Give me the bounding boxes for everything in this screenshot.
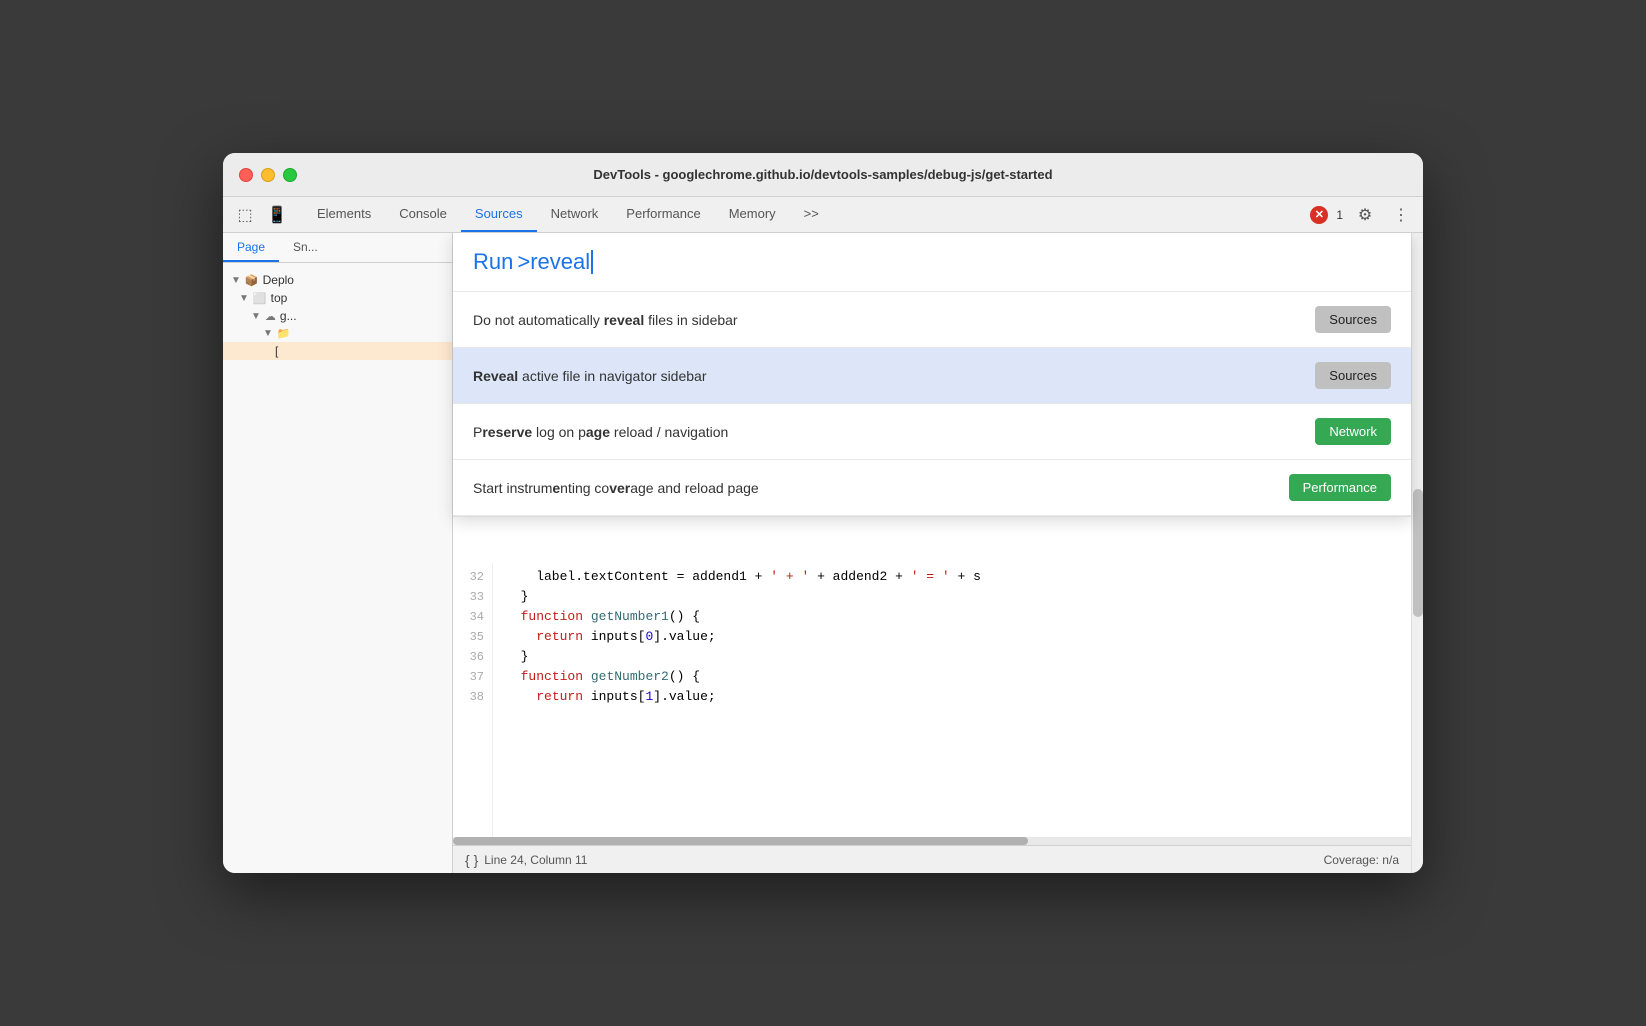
sidebar-tab-page[interactable]: Page — [223, 233, 279, 262]
line-num-36: 36 — [461, 647, 484, 667]
code-line-38: return inputs[1].value; — [505, 687, 1399, 707]
code-lines: label.textContent = addend1 + ' + ' + ad… — [493, 563, 1411, 837]
command-input-row: Run > reveal — [453, 233, 1411, 292]
line-num-38: 38 — [461, 687, 484, 707]
minimize-button[interactable] — [261, 168, 275, 182]
tab-sources[interactable]: Sources — [461, 197, 537, 232]
error-count: 1 — [1336, 208, 1343, 222]
line-num-34: 34 — [461, 607, 484, 627]
tab-elements[interactable]: Elements — [303, 197, 385, 232]
folder-icon: 📁 — [277, 327, 291, 340]
device-toolbar-icon[interactable]: 📱 — [263, 201, 291, 229]
result-badge-sources-1[interactable]: Sources — [1315, 306, 1391, 333]
result-badge-performance[interactable]: Performance — [1289, 474, 1391, 501]
result-text-3: Preserve log on page reload / navigation — [473, 424, 1315, 440]
window-title: DevTools - googlechrome.github.io/devtoo… — [593, 167, 1052, 182]
maximize-button[interactable] — [283, 168, 297, 182]
arrow-icon: ▼ — [251, 311, 261, 322]
settings-icon[interactable]: ⚙ — [1351, 201, 1379, 229]
cursor-position: Line 24, Column 11 — [484, 853, 587, 867]
command-result-4[interactable]: Start instrumenting coverage and reload … — [453, 460, 1411, 516]
command-result-2[interactable]: Reveal active file in navigator sidebar … — [453, 348, 1411, 404]
scrollbar-thumb — [453, 837, 1028, 845]
tree-item-label: [ — [275, 344, 278, 358]
deploy-icon: 📦 — [245, 274, 259, 287]
code-area: Run > reveal Do not automatically reveal… — [453, 233, 1411, 873]
bold-text: reveal — [604, 312, 644, 328]
tree-item-file[interactable]: [ — [223, 342, 452, 360]
arrow-icon: ▼ — [231, 275, 241, 286]
sidebar-tab-snippets[interactable]: Sn... — [279, 233, 332, 262]
bold-text: e — [552, 480, 560, 496]
result-text-2: Reveal active file in navigator sidebar — [473, 368, 1315, 384]
command-result-1[interactable]: Do not automatically reveal files in sid… — [453, 292, 1411, 348]
title-bar: DevTools - googlechrome.github.io/devtoo… — [223, 153, 1423, 197]
top-icon: ⬜ — [253, 292, 267, 305]
result-badge-network[interactable]: Network — [1315, 418, 1391, 445]
close-button[interactable] — [239, 168, 253, 182]
main-content: Page Sn... ▼ 📦 Deplo ▼ ⬜ top ▼ ☁ g... — [223, 233, 1423, 873]
line-num-37: 37 — [461, 667, 484, 687]
bold-text-2: ver — [609, 480, 630, 496]
inspect-icon[interactable]: ⬚ — [231, 201, 259, 229]
line-numbers: 32 33 34 35 36 37 38 — [453, 563, 493, 837]
traffic-lights — [239, 168, 297, 182]
tab-network[interactable]: Network — [537, 197, 613, 232]
tree-item-top[interactable]: ▼ ⬜ top — [223, 289, 452, 307]
code-line-35: return inputs[0].value; — [505, 627, 1399, 647]
tree-item-label: Deplo — [263, 273, 294, 287]
result-badge-sources-2[interactable]: Sources — [1315, 362, 1391, 389]
error-badge[interactable]: ✕ — [1310, 206, 1328, 224]
line-num-32: 32 — [461, 567, 484, 587]
cursor — [591, 250, 593, 274]
more-options-icon[interactable]: ⋮ — [1387, 201, 1415, 229]
command-run-label: Run — [473, 249, 513, 275]
tab-performance[interactable]: Performance — [612, 197, 714, 232]
tree-item-label: g... — [280, 309, 297, 323]
tree-item-g[interactable]: ▼ ☁ g... — [223, 307, 452, 325]
devtools-window: DevTools - googlechrome.github.io/devtoo… — [223, 153, 1423, 873]
arrow-icon: ▼ — [263, 328, 273, 339]
tree-item-folder[interactable]: ▼ 📁 — [223, 325, 452, 342]
tab-list: Elements Console Sources Network Perform… — [303, 197, 833, 232]
command-result-3[interactable]: Preserve log on page reload / navigation… — [453, 404, 1411, 460]
toolbar-right: ✕ 1 ⚙ ⋮ — [1310, 201, 1415, 229]
code-editor[interactable]: 32 33 34 35 36 37 38 label.textContent =… — [453, 563, 1411, 837]
braces-icon: { } — [465, 852, 478, 868]
command-prefix: > — [517, 249, 530, 275]
bold-text: Reveal — [473, 368, 518, 384]
code-line-36: } — [505, 647, 1399, 667]
bold-text: reserve — [482, 424, 532, 440]
code-line-33: } — [505, 587, 1399, 607]
cloud-icon: ☁ — [265, 310, 276, 323]
coverage-status: Coverage: n/a — [1324, 853, 1399, 867]
vertical-scrollbar[interactable] — [1411, 233, 1423, 873]
command-input-value[interactable]: reveal — [530, 249, 590, 275]
horizontal-scrollbar[interactable] — [453, 837, 1411, 845]
scrollbar-thumb-vertical — [1413, 489, 1423, 617]
tab-more[interactable]: >> — [790, 197, 833, 232]
sidebar-tabs: Page Sn... — [223, 233, 452, 263]
status-bar: { } Line 24, Column 11 Coverage: n/a — [453, 845, 1411, 873]
devtools-toolbar: ⬚ 📱 Elements Console Sources Network Per… — [223, 197, 1423, 233]
result-text-4: Start instrumenting coverage and reload … — [473, 480, 1289, 496]
tree-item-label: top — [271, 291, 288, 305]
bold-text-2: age — [586, 424, 610, 440]
command-palette: Run > reveal Do not automatically reveal… — [453, 233, 1411, 517]
line-num-35: 35 — [461, 627, 484, 647]
line-num-33: 33 — [461, 587, 484, 607]
result-text-1: Do not automatically reveal files in sid… — [473, 312, 1315, 328]
sidebar-tree: ▼ 📦 Deplo ▼ ⬜ top ▼ ☁ g... ▼ 📁 — [223, 263, 452, 873]
arrow-icon: ▼ — [239, 293, 249, 304]
tree-item-deploy[interactable]: ▼ 📦 Deplo — [223, 271, 452, 289]
status-left: { } Line 24, Column 11 — [465, 852, 587, 868]
code-line-32: label.textContent = addend1 + ' + ' + ad… — [505, 567, 1399, 587]
sidebar: Page Sn... ▼ 📦 Deplo ▼ ⬜ top ▼ ☁ g... — [223, 233, 453, 873]
code-line-37: function getNumber2() { — [505, 667, 1399, 687]
tab-console[interactable]: Console — [385, 197, 461, 232]
code-line-34: function getNumber1() { — [505, 607, 1399, 627]
tab-memory[interactable]: Memory — [715, 197, 790, 232]
